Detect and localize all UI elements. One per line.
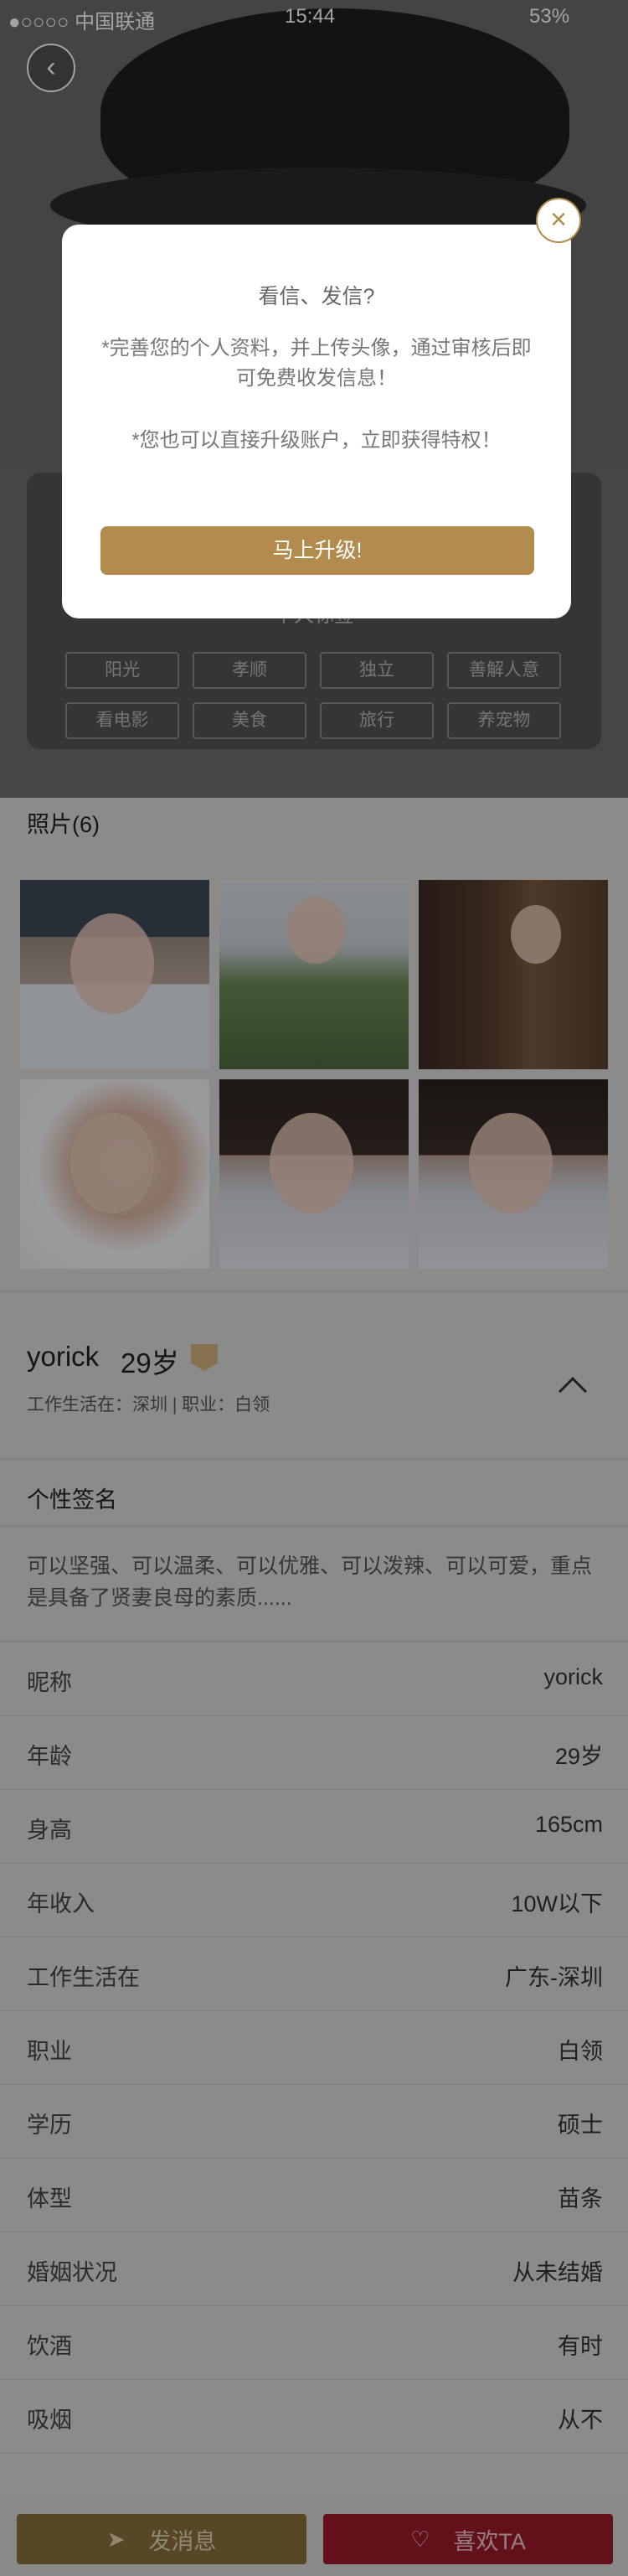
modal-title: 看信、发信? (258, 285, 375, 308)
upgrade-modal: 看信、发信? *完善您的个人资料，并上传头像，通过审核后即可免费收发信息！ *您… (62, 225, 571, 618)
upgrade-button[interactable]: 马上升级! (100, 526, 534, 575)
close-icon: × (550, 204, 567, 235)
modal-text-profile: *完善您的个人资料，并上传头像，通过审核后即可免费收发信息！ (101, 337, 532, 390)
modal-text-upgrade: *您也可以直接升级账户，立即获得特权！ (131, 429, 502, 452)
modal-close-button[interactable]: × (536, 198, 581, 243)
